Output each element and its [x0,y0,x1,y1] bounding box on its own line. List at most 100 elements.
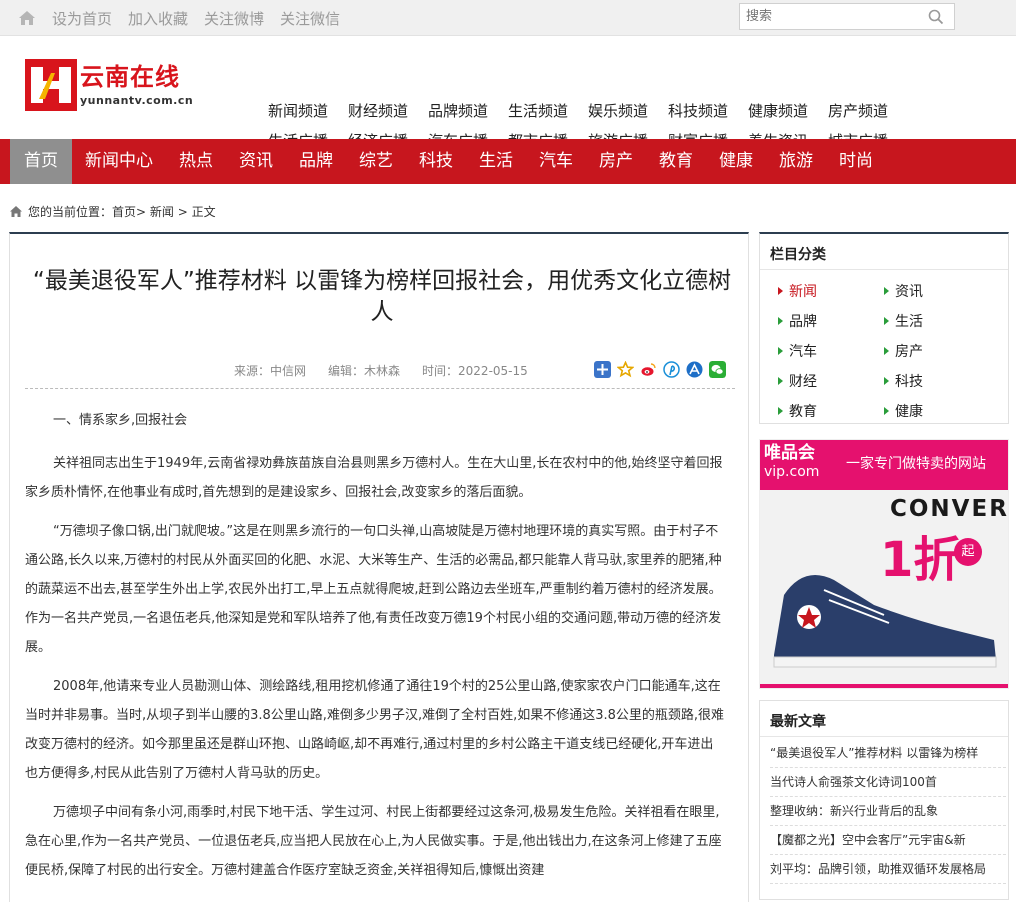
site-header: 云南在线 yunnantv.com.cn 新闻频道 财经频道 品牌频道 生活频道… [0,36,1016,150]
channel-link[interactable]: 健康频道 [748,100,828,121]
article-source: 来源：中信网 [234,364,307,378]
nav-item-info[interactable]: 资讯 [226,139,286,184]
nav-item-education[interactable]: 教育 [646,139,706,184]
category-item[interactable]: 健康 [884,401,923,421]
article-paragraph: “万德坝子像口锅,出门就爬坡。”这是在则黑乡流行的一句口头禅,山高坡陡是万德村地… [25,524,722,655]
category-label: 财经 [789,374,817,390]
ad-price-suffix: 起 [954,538,982,566]
arrow-icon [884,347,889,355]
nav-item-tech[interactable]: 科技 [406,139,466,184]
nav-item-home[interactable]: 首页 [10,139,72,184]
article-divider [25,388,735,389]
latest-article-link[interactable]: “最美退役军人”推荐材料 以雷锋为榜样 [770,739,1006,768]
arrow-icon [778,407,783,415]
channel-link[interactable]: 财经频道 [348,100,428,121]
article-section-heading: 一、情系家乡,回报社会 [53,413,188,428]
share-plus-icon[interactable] [594,361,611,378]
top-bar: 设为首页 加入收藏 关注微博 关注微信 [0,0,1016,36]
nav-item-auto[interactable]: 汽车 [526,139,586,184]
category-item[interactable]: 房产 [884,341,923,361]
search-input[interactable] [740,4,920,29]
article-paragraph: 2008年,他请来专业人员勘测山体、测绘路线,租用挖机修通了通往19个村的25公… [25,679,725,781]
nav-item-life[interactable]: 生活 [466,139,526,184]
category-item[interactable]: 财经 [778,371,817,391]
category-item[interactable]: 品牌 [778,311,817,331]
nav-item-fashion[interactable]: 时尚 [826,139,886,184]
nav-item-news-center[interactable]: 新闻中心 [72,139,166,184]
home-icon[interactable] [18,10,36,26]
nav-item-hot[interactable]: 热点 [166,139,226,184]
channel-link[interactable]: 娱乐频道 [588,100,668,121]
follow-wechat-link[interactable]: 关注微信 [280,8,340,29]
article-paragraph: 万德坝子中间有条小河,雨季时,村民下地干活、学生过河、村民上街都要经过这条河,极… [25,805,722,878]
category-item[interactable]: 教育 [778,401,817,421]
category-label: 房产 [895,344,923,360]
latest-article-link[interactable]: 刘平均：品牌引领，助推双循环发展格局 [770,855,1006,884]
category-label: 品牌 [789,314,817,330]
logo-en: yunnantv.com.cn [80,94,194,107]
pinterest-icon[interactable] [663,361,680,378]
channel-row-1: 新闻频道 财经频道 品牌频道 生活频道 娱乐频道 科技频道 健康频道 房产频道 [268,100,908,121]
article-title: “最美退役军人”推荐材料 以雷锋为榜样回报社会，用优秀文化立德树人 [32,268,732,325]
channel-link[interactable]: 新闻频道 [268,100,348,121]
breadcrumb: 您的当前位置： 首页> 新闻 > 正文 [9,203,216,220]
search-icon[interactable] [928,9,944,25]
category-item[interactable]: 科技 [884,371,923,391]
category-label: 新闻 [789,284,817,300]
article-time: 时间：2022-05-15 [422,364,528,378]
article-editor: 编辑：木林森 [328,364,401,378]
follow-weibo-link[interactable]: 关注微博 [204,8,264,29]
nav-item-variety[interactable]: 综艺 [346,139,406,184]
search-box [739,3,955,30]
latest-article-link[interactable]: 【魔都之光】空中会客厅”元宇宙&新 [770,826,1006,855]
share-bar [594,361,732,378]
wechat-icon[interactable] [709,361,726,378]
nav-item-travel[interactable]: 旅游 [766,139,826,184]
favorite-star-icon[interactable] [617,361,634,378]
channel-link[interactable]: 科技频道 [668,100,748,121]
category-label: 生活 [895,314,923,330]
latest-article-link[interactable]: 整理收纳：新兴行业背后的乱象 [770,797,1006,826]
channel-link[interactable]: 房产频道 [828,100,908,121]
vip-ad-banner[interactable]: 唯品会 vip.com 一家专门做特卖的网站 CONVERSE 1折 起 [759,439,1009,689]
category-label: 汽车 [789,344,817,360]
category-item[interactable]: 生活 [884,311,923,331]
article-panel: “最美退役军人”推荐材料 以雷锋为榜样回报社会，用优秀文化立德树人 来源：中信网… [9,232,749,902]
ad-price: 1折 [880,532,962,588]
arrow-icon [884,287,889,295]
category-label: 资讯 [895,284,923,300]
category-item[interactable]: 资讯 [884,281,923,301]
ad-slogan: 一家专门做特卖的网站 [846,456,986,472]
people-share-icon[interactable] [686,361,703,378]
top-links: 设为首页 加入收藏 关注微博 关注微信 [18,0,356,36]
arrow-icon [778,347,783,355]
arrow-icon [884,407,889,415]
article-paragraph: 关祥祖同志出生于1949年,云南省禄劝彝族苗族自治县则黑乡万德村人。生在大山里,… [25,456,723,500]
ad-product: CONVERSE [890,496,1009,522]
add-favorite-link[interactable]: 加入收藏 [128,8,188,29]
category-item[interactable]: 新闻 [778,281,817,301]
channel-link[interactable]: 品牌频道 [428,100,508,121]
arrow-icon [884,377,889,385]
nav-item-brand[interactable]: 品牌 [286,139,346,184]
weibo-icon[interactable] [640,361,657,378]
category-title: 栏目分类 [760,234,1008,270]
category-item[interactable]: 汽车 [778,341,817,361]
latest-article-link[interactable]: 当代诗人俞强茶文化诗词100首 [770,768,1006,797]
logo-text: 云南在线 yunnantv.com.cn [80,59,193,107]
article-body: 一、情系家乡,回报社会 关祥祖同志出生于1949年,云南省禄劝彝族苗族自治县则黑… [25,406,725,895]
site-logo[interactable]: 云南在线 yunnantv.com.cn [25,59,193,111]
arrow-icon [778,287,783,295]
home-icon [10,206,22,217]
ad-url: vip.com [764,464,820,480]
nav-item-health[interactable]: 健康 [706,139,766,184]
set-homepage-link[interactable]: 设为首页 [52,8,112,29]
logo-cn: 云南在线 [80,63,180,91]
latest-title: 最新文章 [760,701,1008,737]
main-nav: 首页 新闻中心 热点 资讯 品牌 综艺 科技 生活 汽车 房产 教育 健康 旅游… [0,139,1016,184]
arrow-icon [778,377,783,385]
breadcrumb-path[interactable]: 首页> 新闻 > 正文 [112,203,216,220]
channel-link[interactable]: 生活频道 [508,100,588,121]
nav-item-estate[interactable]: 房产 [586,139,646,184]
article-meta: 来源：中信网 编辑：木林森 时间：2022-05-15 [234,362,550,379]
